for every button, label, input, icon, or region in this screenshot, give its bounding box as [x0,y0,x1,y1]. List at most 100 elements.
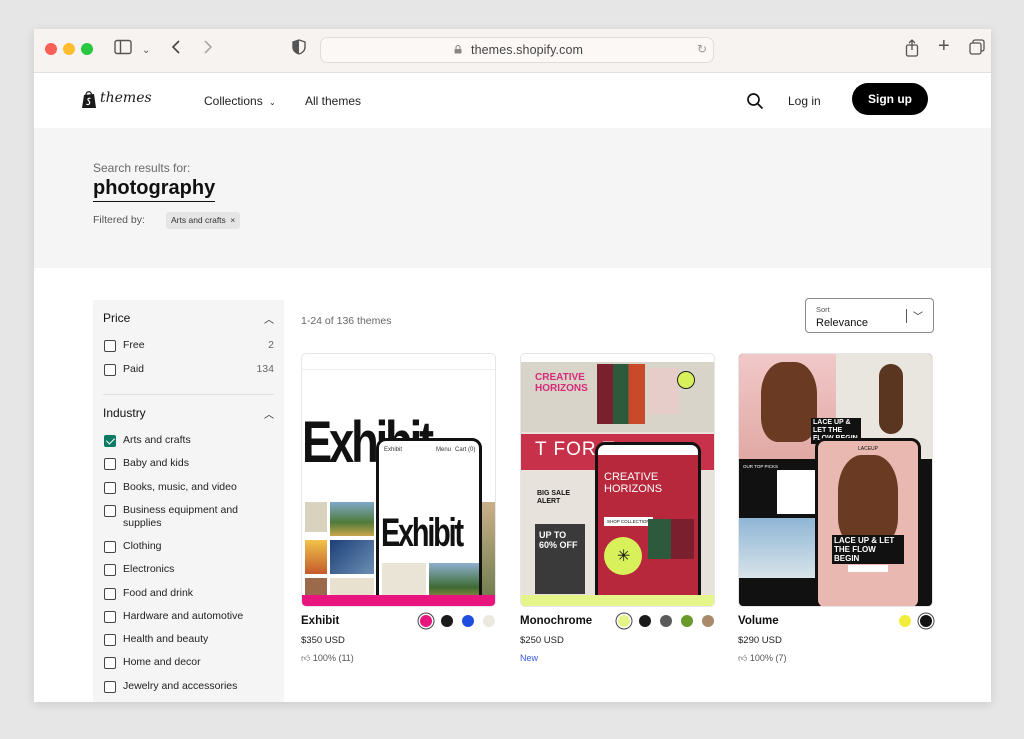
checkbox[interactable] [104,482,116,494]
color-swatch[interactable] [618,615,630,627]
color-swatches [418,615,496,629]
search-summary: Search results for: photography Filtered… [34,128,991,268]
checkbox[interactable] [104,588,116,600]
asterisk-icon: ✳ [617,548,631,565]
checkbox[interactable] [104,657,116,669]
filter-option-count: 2 [268,339,274,351]
color-swatch[interactable] [920,615,932,627]
sort-select[interactable]: Sort Relevance ﹀ [805,298,934,333]
maximize-window-button[interactable] [81,43,93,55]
thumbs-up-icon: 👍︎ [301,653,311,663]
chevron-up-icon[interactable]: ︿ [264,311,274,326]
active-filter-chip[interactable]: Arts and crafts × [166,212,241,229]
picks-text: OUR TOP PICKS [743,464,779,469]
url-text: themes.shopify.com [471,43,584,57]
theme-card-exhibit[interactable]: Exhibit Exhibit Menu Cart (0) Exhibit Ex… [301,353,496,702]
color-swatch[interactable] [483,615,495,627]
artwork-image [305,540,327,574]
artwork-image [649,368,679,414]
tabs-overview-icon[interactable] [969,39,985,61]
phone-brand: LACEUP [858,446,879,452]
theme-thumbnail[interactable]: Exhibit Exhibit Menu Cart (0) Exhibit [301,353,496,607]
color-swatch[interactable] [899,615,911,627]
color-swatch[interactable] [702,615,714,627]
theme-thumbnail[interactable]: CREATIVE HORIZONS T FOR T BIG SALE ALERT… [520,353,715,607]
nav-all-themes[interactable]: All themes [305,94,361,108]
new-badge: New [520,653,539,663]
checkbox[interactable] [104,681,116,693]
asterisk-badge [677,371,695,389]
checkbox[interactable] [104,340,116,352]
filter-option-label: Free [123,339,145,351]
sort-label: Sort [816,305,830,314]
color-swatch[interactable] [639,615,651,627]
facet-industry-title[interactable]: Industry [103,406,146,420]
logo-text[interactable]: themes [100,90,152,106]
chevron-down-icon: ﹀ [913,312,923,323]
login-link[interactable]: Log in [788,94,821,108]
color-swatch[interactable] [462,615,474,627]
phone-title: Exhibit [384,447,403,453]
forward-icon[interactable] [202,39,214,61]
phone-menu: Menu [436,447,452,453]
checkbox[interactable] [104,541,116,553]
back-icon[interactable] [170,39,182,61]
filter-option-label: Health and beauty [123,633,209,645]
theme-name[interactable]: Exhibit [301,615,339,627]
filter-option-count: 134 [256,363,274,375]
theme-rating: 👍︎ 100% (11) [301,653,354,664]
lock-icon [454,45,462,54]
thumbs-up-icon: 👍︎ [738,653,748,663]
phone-cta-button [848,565,888,572]
filter-option-label: Jewelry and accessories [123,680,238,692]
nav-collections[interactable]: Collections ⌄ [204,94,276,108]
shield-icon[interactable] [292,39,306,61]
checkbox[interactable] [104,364,116,376]
share-icon[interactable] [905,39,919,63]
address-bar[interactable]: themes.shopify.com ↻ [320,37,714,63]
chevron-down-icon[interactable]: ⌄ [142,41,150,61]
checkbox-checked[interactable] [104,435,116,447]
new-tab-icon[interactable]: + [938,36,950,56]
facet-price-title[interactable]: Price [103,311,130,325]
color-swatches [616,615,715,629]
theme-card-monochrome[interactable]: CREATIVE HORIZONS T FOR T BIG SALE ALERT… [520,353,715,702]
artwork-image [648,519,694,559]
close-icon[interactable]: × [230,215,235,225]
shopify-bag-icon[interactable] [81,90,97,109]
color-swatch[interactable] [660,615,672,627]
skater-photo [739,518,815,578]
phone-cta-button: SHOP COLLECTION [604,517,653,526]
thumbnail-top-bar [521,354,714,362]
theme-price: $290 USD [738,635,782,646]
search-icon[interactable] [746,92,764,110]
color-swatch[interactable] [681,615,693,627]
color-swatch[interactable] [441,615,453,627]
model-portrait [838,455,898,545]
signup-button[interactable]: Sign up [852,83,928,115]
theme-name[interactable]: Monochrome [520,615,592,627]
search-results-label: Search results for: [93,161,191,175]
theme-price: $250 USD [520,635,564,646]
nav-collections-label: Collections [204,94,263,108]
checkbox[interactable] [104,634,116,646]
checkbox[interactable] [104,505,116,517]
theme-name[interactable]: Volume [738,615,779,627]
color-swatch[interactable] [420,615,432,627]
chevron-up-icon[interactable]: ︿ [264,406,274,421]
close-window-button[interactable] [45,43,57,55]
thumbnail-accent-bar [302,595,495,606]
theme-card-volume[interactable]: LACE UP & LET THE FLOW BEGIN OUR TOP PIC… [738,353,933,702]
minimize-window-button[interactable] [63,43,75,55]
theme-thumbnail[interactable]: LACE UP & LET THE FLOW BEGIN OUR TOP PIC… [738,353,933,607]
sidebar-toggle-icon[interactable] [114,39,132,61]
checkbox[interactable] [104,564,116,576]
offer-text: UP TO 60% OFF [539,530,578,550]
artwork-image [597,364,645,424]
checkbox[interactable] [104,611,116,623]
phone-preview: CREATIVE HORIZONS SHOP COLLECTION ✳ [595,442,701,606]
checkbox[interactable] [104,458,116,470]
result-count: 1-24 of 136 themes [301,315,392,327]
reload-icon[interactable]: ↻ [697,42,707,56]
divider [103,394,274,395]
